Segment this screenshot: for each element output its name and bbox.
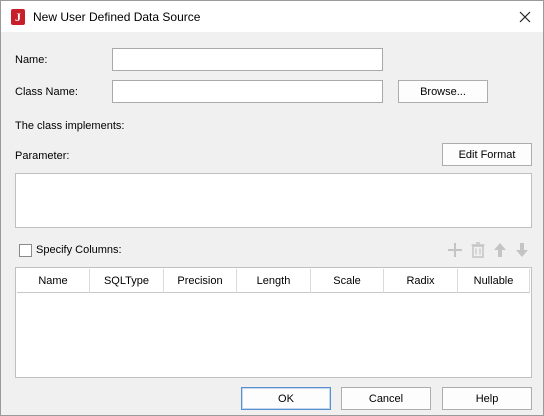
name-label: Name:: [15, 54, 48, 66]
dialog-title: New User Defined Data Source: [33, 10, 201, 24]
parameter-label: Parameter:: [15, 150, 70, 162]
column-header-nullable[interactable]: Nullable: [458, 269, 530, 293]
cancel-button[interactable]: Cancel: [341, 387, 431, 410]
name-field[interactable]: [112, 48, 383, 71]
class-name-field[interactable]: [112, 80, 383, 103]
new-user-defined-data-source-dialog: J New User Defined Data Source Name: Cla…: [0, 0, 544, 416]
help-button[interactable]: Help: [442, 387, 532, 410]
column-header-scale[interactable]: Scale: [311, 269, 384, 293]
ok-button[interactable]: OK: [241, 387, 331, 410]
delete-icon[interactable]: [469, 241, 487, 259]
edit-format-button[interactable]: Edit Format: [442, 143, 532, 166]
column-header-radix[interactable]: Radix: [384, 269, 458, 293]
close-icon[interactable]: [515, 7, 535, 27]
app-logo-icon: J: [11, 9, 25, 25]
columns-table[interactable]: Name SQLType Precision Length Scale Radi…: [15, 267, 532, 378]
class-implements-label: The class implements:: [15, 120, 125, 132]
column-header-length[interactable]: Length: [237, 269, 311, 293]
add-icon[interactable]: [446, 241, 464, 259]
parameter-textarea[interactable]: [15, 173, 532, 228]
browse-button[interactable]: Browse...: [398, 80, 488, 103]
column-header-precision[interactable]: Precision: [164, 269, 237, 293]
table-header-row: Name SQLType Precision Length Scale Radi…: [17, 269, 530, 293]
specify-columns-label: Specify Columns:: [36, 244, 122, 256]
specify-columns-checkbox[interactable]: [19, 244, 32, 257]
column-header-sqltype[interactable]: SQLType: [90, 269, 164, 293]
class-name-label: Class Name:: [15, 86, 78, 98]
move-down-icon[interactable]: [513, 241, 531, 259]
title-bar: J New User Defined Data Source: [1, 1, 543, 32]
column-header-name[interactable]: Name: [17, 269, 90, 293]
move-up-icon[interactable]: [491, 241, 509, 259]
